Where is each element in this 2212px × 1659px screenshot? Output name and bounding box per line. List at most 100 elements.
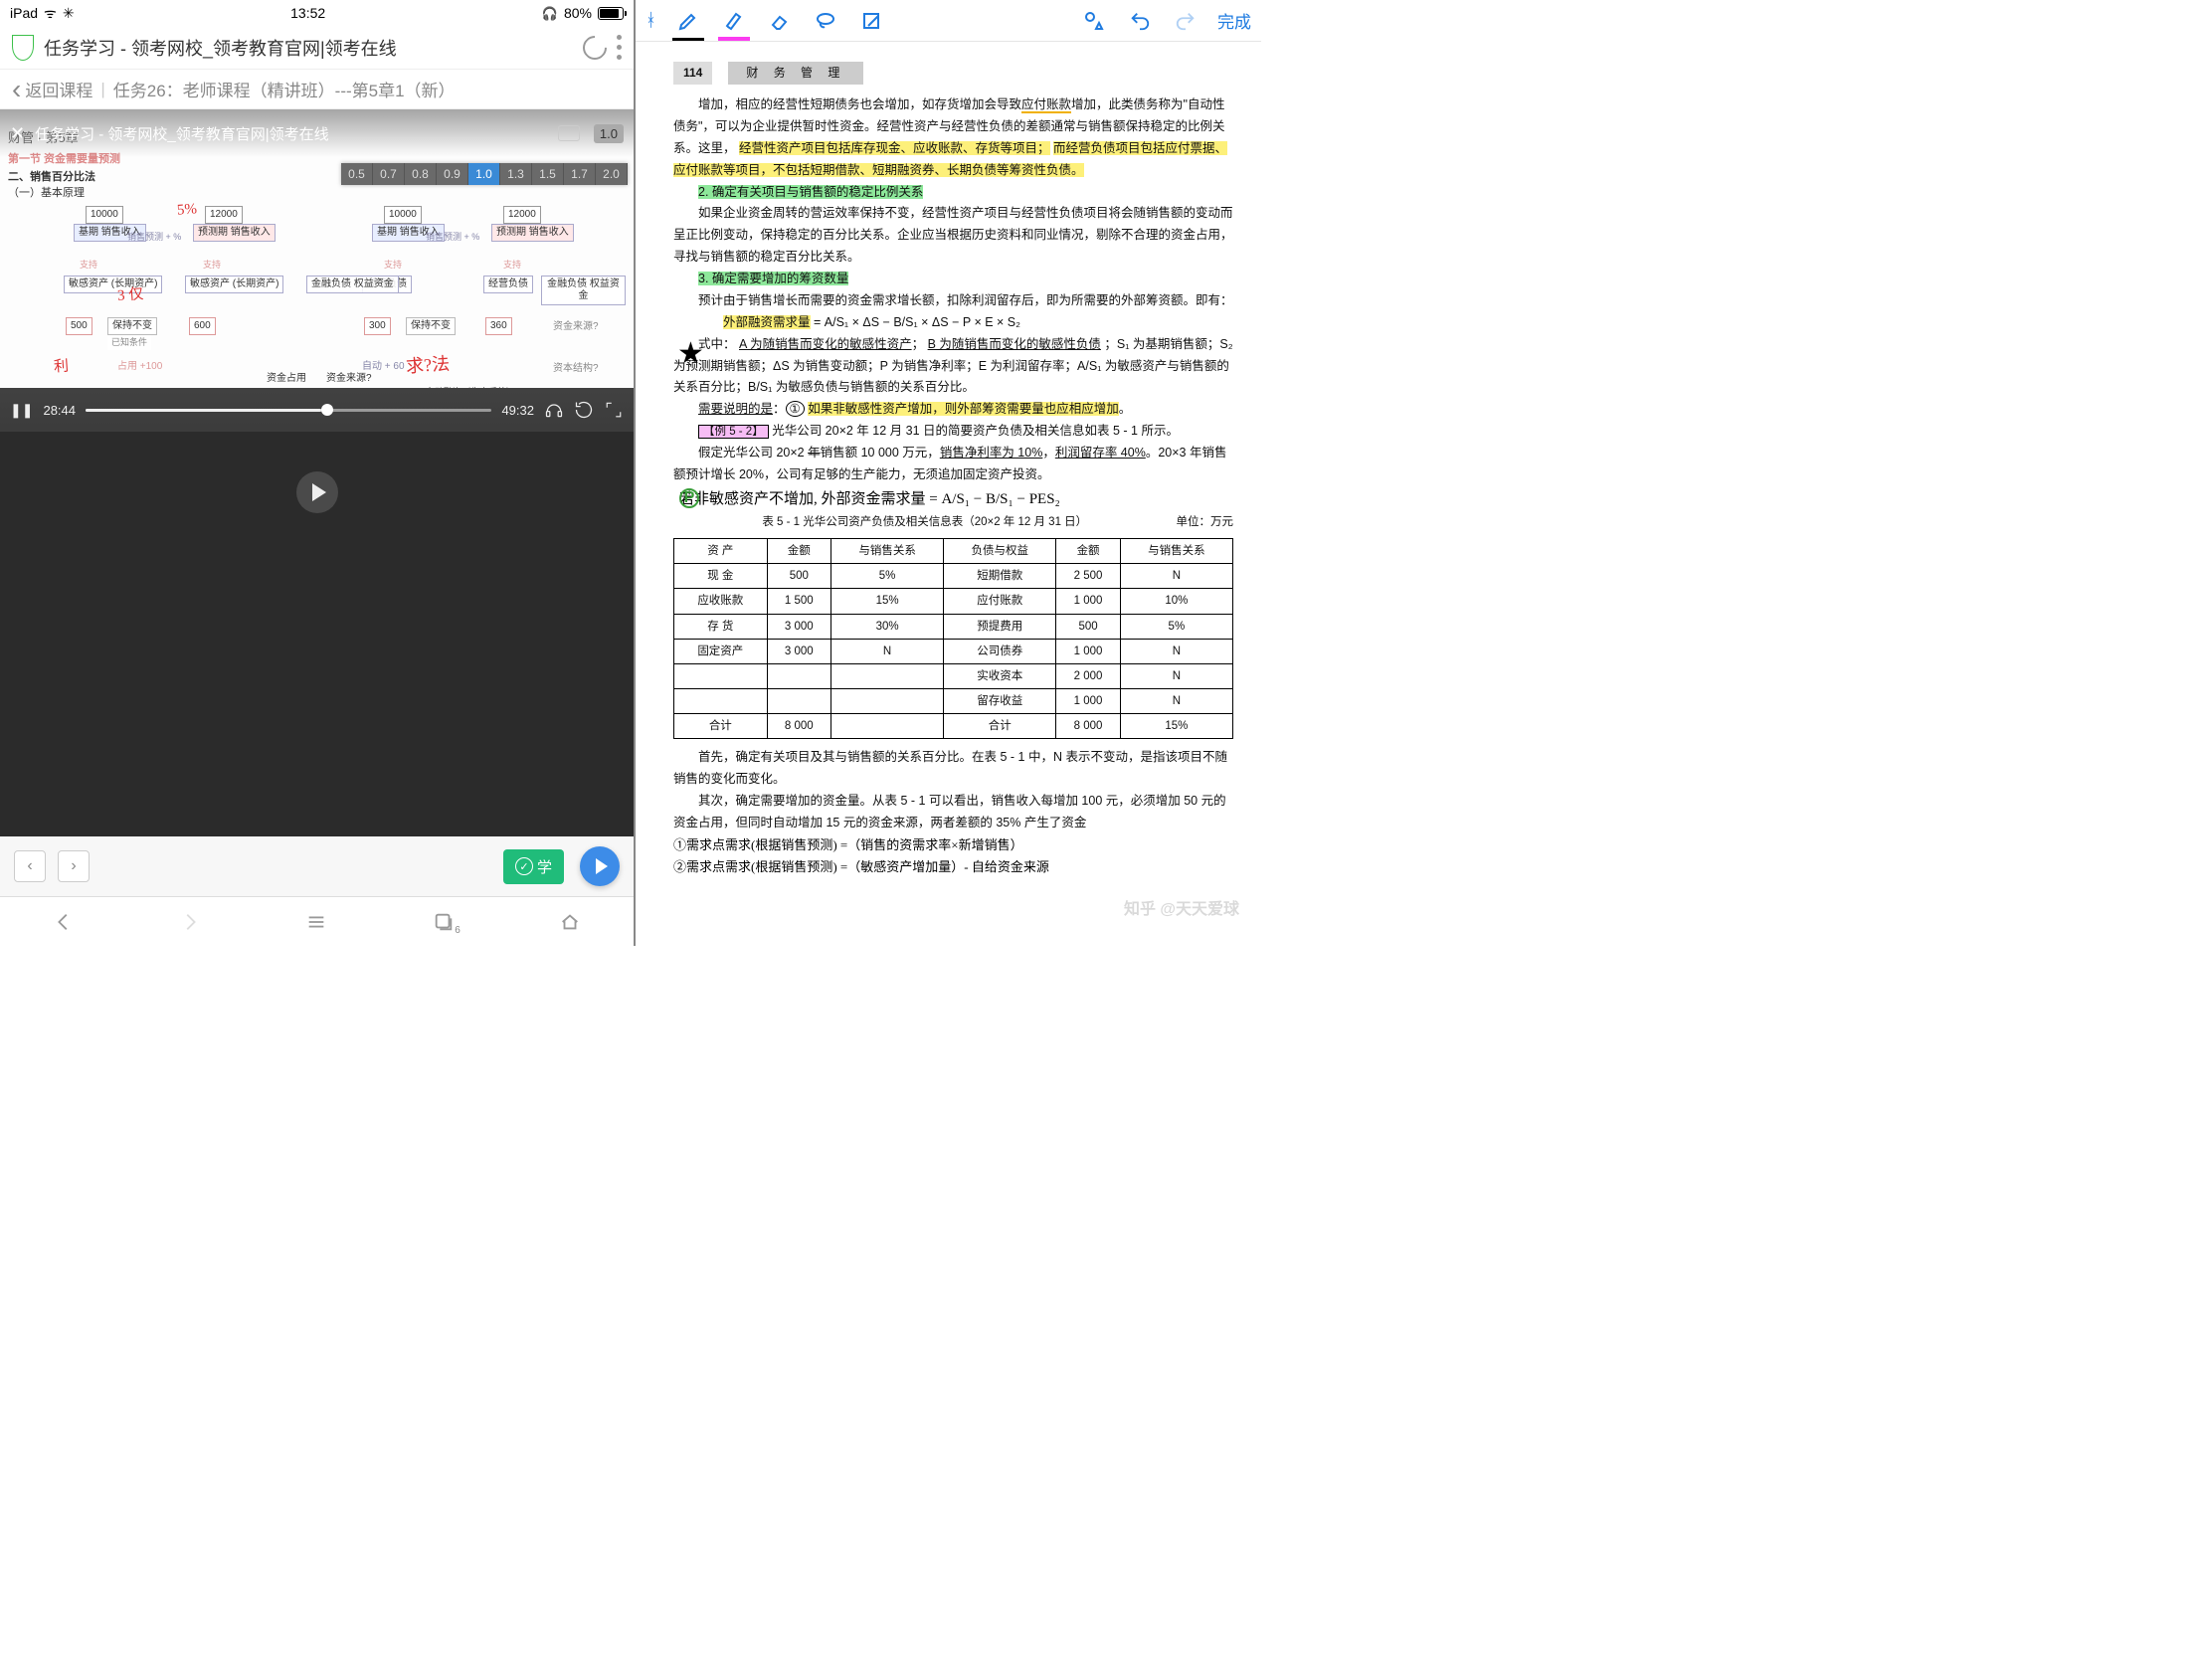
node-val: 10000 [384,206,422,224]
eraser-tool[interactable] [766,7,794,35]
node-val: 12000 [503,206,541,224]
node-known: 已知条件 [107,335,151,350]
right-pane: ᚼ 完成 114 财 务 管 理 增加，相应的经营性短期债务也会增加，如存货增加… [636,0,1261,946]
done-button[interactable]: 完成 [1217,8,1251,33]
more-icon[interactable] [617,35,622,60]
speed-badge[interactable]: 1.0 [594,124,624,143]
seek-bar[interactable] [86,409,491,412]
page-heading: 财 务 管 理 [728,62,863,85]
refresh-icon[interactable] [578,31,612,65]
loop-icon[interactable] [574,400,594,420]
notes-toolbar: ᚼ 完成 [636,0,1261,42]
headphones-icon [542,5,558,22]
nav-forward-icon[interactable] [165,911,215,933]
definitions: 式中： A 为随销售而变化的敏感性资产； B 为随销售而变化的敏感性负债 ；S₁… [673,334,1233,400]
node-val: 360 [485,317,512,335]
edit-tool[interactable] [857,7,885,35]
video-controls: 28:44 49:32 [0,388,634,432]
paragraph: 增加，相应的经营性短期债务也会增加，如存货增加会导致应付账款增加，此类债务称为"… [673,94,1233,182]
example: 【例 5 - 2】 光华公司 20×2 年 12 月 31 日的简要资产负债及相… [673,421,1233,443]
speed-1.7[interactable]: 1.7 [564,163,596,185]
clock: 13:52 [290,5,325,21]
shield-icon[interactable] [12,35,34,61]
speed-1.0[interactable]: 1.0 [468,163,500,185]
node-val: 12000 [205,206,243,224]
auto-label: 自动 + 60 [362,357,405,372]
watermark: 知乎 @天天爱球 [1124,896,1239,924]
highlighter-tool[interactable] [720,7,748,35]
handwritten-bottom: ①需求点需求(根据销售预测) =（销售的资需求率×新增销售） [673,834,1233,857]
device-label: iPad [10,5,38,21]
speed-0.8[interactable]: 0.8 [405,163,437,185]
node-keep: 保持不变 [107,317,157,335]
cast-icon[interactable] [558,125,580,141]
video-black-area[interactable] [0,432,634,836]
tabs-icon[interactable]: 6 [419,911,468,933]
status-bar: iPad ✳︎ 13:52 80% [0,0,634,26]
node-pred-sales: 预测期 销售收入 [193,224,276,242]
tab-count: 6 [455,925,461,936]
browser-tabbar: 6 [0,896,634,946]
node-keep: 保持不变 [406,317,456,335]
formula: 外部融资需求量 = A/S₁ × ΔS − B/S₁ × ΔS − P × E … [673,312,1233,334]
audio-icon[interactable] [544,400,564,420]
left-pane: iPad ✳︎ 13:52 80% 任务学习 - 领考网校_领考教育官网|领考在… [0,0,636,946]
slide-sub: （一）基本原理 [8,184,626,200]
note-page[interactable]: 114 财 务 管 理 增加，相应的经营性短期债务也会增加，如存货增加会导致应付… [636,42,1261,946]
back-to-course[interactable]: 返回课程 [12,74,92,105]
hand-bullet-icon: P [679,488,699,508]
table-title: 表 5 - 1 光华公司资产负债及相关信息表（20×2 年 12 月 31 日）… [673,512,1233,532]
finance-table: 资 产金额与销售关系 负债与权益金额与销售关系 现 金5005%短期借款2 50… [673,538,1233,739]
close-icon[interactable] [10,123,35,144]
under-video-bar: ‹ › 学 [0,836,634,896]
pause-icon[interactable] [10,402,33,419]
redo-tool[interactable] [1172,7,1199,35]
handwritten-note: 若非敏感资产不增加, 外部资金需求量 = A/S₁ − B/S₁ − PES₂ [673,486,1233,512]
node-pred-sales: 预测期 销售收入 [491,224,574,242]
node-assets: 敏感资产 (长期资产) [64,276,162,293]
cap-struct: 资本结构? [553,359,599,374]
pct-label: 销售预测 + % [426,230,479,243]
prev-button[interactable]: ‹ [14,850,46,882]
video-title: 任务学习 - 领考网校_领考教育官网|领考在线 [35,123,329,144]
handwriting: 利 [53,355,69,377]
support-label: 支持 [503,258,521,271]
speed-row: 0.5 0.7 0.8 0.9 1.0 1.3 1.5 1.7 2.0 [341,163,628,185]
lasso-tool[interactable] [812,7,839,35]
support-label: 支持 [384,258,402,271]
undo-tool[interactable] [1126,7,1154,35]
speed-2.0[interactable]: 2.0 [596,163,628,185]
paragraph: 首先，确定有关项目及其与销售额的关系百分比。在表 5 - 1 中，N 表示不变动… [673,747,1233,791]
paragraph: 如果企业资金周转的营运效率保持不变，经营性资产项目与经营性负债项目将会随销售额的… [673,203,1233,269]
battery-pct: 80% [564,5,592,21]
node-val: 600 [189,317,216,335]
current-time: 28:44 [43,403,76,418]
page-number: 114 [673,62,712,85]
home-icon[interactable] [545,911,595,933]
next-button[interactable]: › [58,850,90,882]
speed-1.5[interactable]: 1.5 [532,163,564,185]
task-breadcrumb: 任务26：老师课程（精讲班）---第5章1（新） [113,77,456,101]
play-fab[interactable] [580,846,620,886]
shapes-tool[interactable] [1080,7,1108,35]
seek-thumb[interactable] [321,404,333,416]
speed-1.3[interactable]: 1.3 [500,163,532,185]
pct-label: 销售预测 + % [127,230,181,243]
node-assets: 敏感资产 (长期资产) [185,276,283,293]
pen-tool[interactable] [674,7,702,35]
nav-back-icon[interactable] [39,911,89,933]
video-area: 财管 · 第5章 第一节 资金需要量预测 二、销售百分比法 （一）基本原理 10… [0,109,634,432]
menu-icon[interactable] [291,911,341,933]
heading-2: 2. 确定有关项目与销售额的稳定比例关系 [673,182,1233,204]
speed-0.9[interactable]: 0.9 [437,163,468,185]
play-button[interactable] [296,471,338,513]
browser-title-bar: 任务学习 - 领考网校_领考教育官网|领考在线 [0,26,634,70]
fullscreen-icon[interactable] [604,400,624,420]
learn-button[interactable]: 学 [503,849,564,884]
node-val: 300 [364,317,391,335]
cap-use: 资金占用 [267,369,306,384]
paragraph: 预计由于销售增长而需要的资金需求增长额，扣除利润留存后，即为所需要的外部筹资额。… [673,290,1233,312]
speed-0.5[interactable]: 0.5 [341,163,373,185]
support-label: 支持 [203,258,221,271]
speed-0.7[interactable]: 0.7 [373,163,405,185]
